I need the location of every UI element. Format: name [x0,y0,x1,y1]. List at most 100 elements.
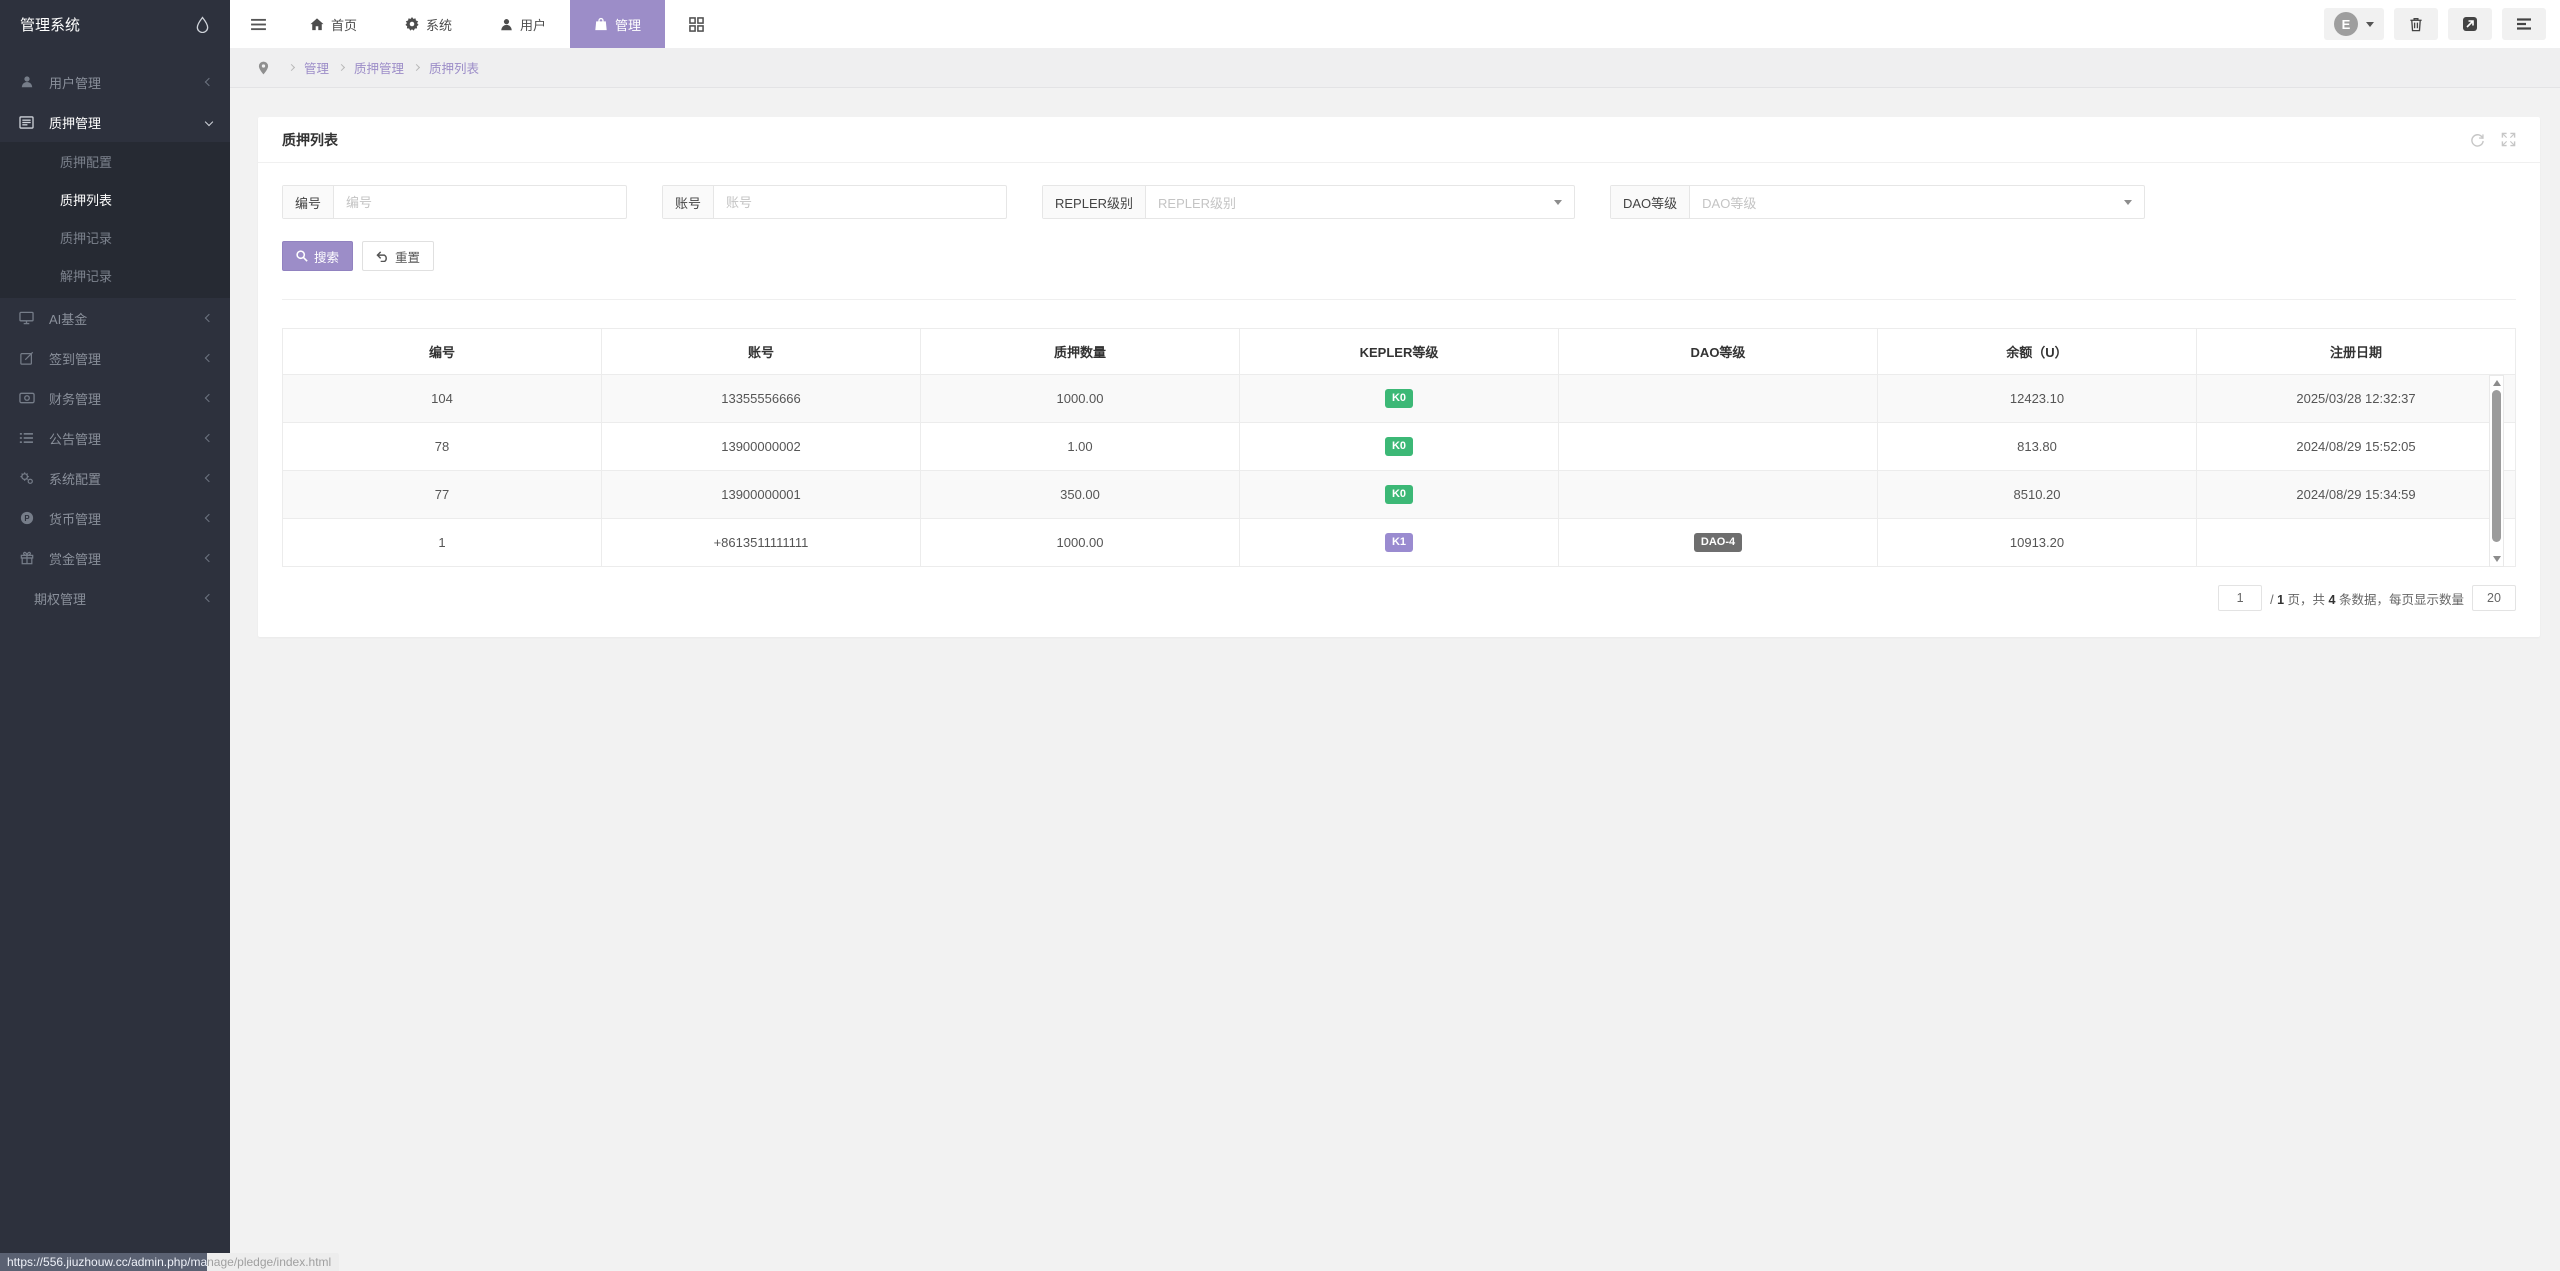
cell-id: 77 [283,471,602,519]
cell-kepler: K1 [1240,519,1559,567]
gears-icon [18,471,35,485]
col-kepler: KEPLER等级 [1240,329,1559,375]
fullscreen-icon[interactable] [2501,132,2516,147]
scrollbar-thumb[interactable] [2492,390,2501,542]
main-content: 质押列表 编号 账号 [230,89,2560,1271]
card-tools [2470,132,2516,147]
refresh-icon[interactable] [2470,132,2485,147]
cell-account: 13900000001 [602,471,921,519]
apps-grid-icon[interactable] [665,0,728,48]
breadcrumb-link-pledge-mgmt[interactable]: 质押管理 [354,58,404,77]
cell-balance: 8510.20 [1878,471,2197,519]
nav-tab-label: 用户 [520,15,546,34]
user-menu-button[interactable]: E [2324,8,2384,40]
sidebar-item-user-mgmt[interactable]: 用户管理 [0,62,230,102]
search-button[interactable]: 搜索 [282,241,353,271]
page-size-input[interactable] [2472,585,2516,611]
cell-date [2197,519,2516,567]
pledge-table: 编号 账号 质押数量 KEPLER等级 DAO等级 余额（U） 注册日期 104 [282,328,2516,567]
search-icon [296,250,308,262]
kepler-badge: K0 [1385,485,1413,504]
reset-button-label: 重置 [395,247,420,266]
chevron-down-icon [1554,200,1562,205]
external-link-icon [2462,16,2478,32]
sidebar-item-system-config[interactable]: 系统配置 [0,458,230,498]
breadcrumb-separator [413,64,420,71]
sidebar-item-ai-fund[interactable]: AI基金 [0,298,230,338]
id-input[interactable] [334,186,626,218]
chevron-left-icon [205,474,213,482]
nav-tab-label: 首页 [331,15,357,34]
pagination: / 1 页，共 4 条数据，每页显示数量 [282,585,2516,611]
svg-text:P: P [24,514,29,523]
table-scrollbar[interactable] [2489,375,2504,567]
pledge-submenu: 质押配置 质押列表 质押记录 解押记录 [0,142,230,298]
open-external-button[interactable] [2448,8,2492,40]
sidebar-subitem-pledge-list[interactable]: 质押列表 [0,182,230,220]
sidebar-item-label: 质押管理 [49,113,101,132]
sidebar-subitem-pledge-config[interactable]: 质押配置 [0,144,230,182]
bag-icon [594,17,608,31]
cell-balance: 12423.10 [1878,375,2197,423]
filter-dao-label: DAO等级 [1611,186,1690,218]
col-id: 编号 [283,329,602,375]
sidebar-item-finance-mgmt[interactable]: 财务管理 [0,378,230,418]
nav-tab-system[interactable]: 系统 [381,0,476,48]
cell-account: +8613511111111 [602,519,921,567]
cell-amount: 1000.00 [921,375,1240,423]
col-date: 注册日期 [2197,329,2516,375]
cell-kepler: K0 [1240,375,1559,423]
topbar: 首页 系统 用户 管理 E [230,0,2560,48]
sidebar-item-label: 公告管理 [49,429,101,448]
undo-icon [376,251,389,262]
pledge-list-card: 质押列表 编号 账号 [258,117,2540,637]
droplet-icon[interactable] [195,16,210,33]
cell-date: 2025/03/28 12:32:37 [2197,375,2516,423]
p-circle-icon: P [18,511,35,525]
nav-tab-user[interactable]: 用户 [476,0,570,48]
account-input[interactable] [714,186,1006,218]
cell-id: 104 [283,375,602,423]
sidebar-item-label: 系统配置 [49,469,101,488]
panel-list-button[interactable] [2502,8,2546,40]
status-url-tooltip: https://556.jiuzhouw.cc/admin.php/manage… [0,1252,339,1271]
filter-repler-label: REPLER级别 [1043,186,1146,218]
sidebar: 管理系统 用户管理 质押管理 质押配置 质押列表 质押记录 解押记录 [0,0,230,1271]
sidebar-menu: 用户管理 质押管理 质押配置 质押列表 质押记录 解押记录 AI基金 [0,48,230,618]
cell-account: 13900000002 [602,423,921,471]
breadcrumb-link-manage[interactable]: 管理 [304,58,329,77]
scroll-up-arrow[interactable] [2493,380,2501,386]
cell-amount: 1.00 [921,423,1240,471]
breadcrumb-separator [288,64,295,71]
sidebar-item-bounty-mgmt[interactable]: 赏金管理 [0,538,230,578]
sidebar-item-option-mgmt[interactable]: 期权管理 [0,578,230,618]
avatar: E [2334,12,2358,36]
total-count: 4 [2329,593,2336,607]
sidebar-item-signin-mgmt[interactable]: 签到管理 [0,338,230,378]
repler-select-placeholder: REPLER级别 [1158,193,1236,212]
reset-button[interactable]: 重置 [362,241,434,271]
cell-date: 2024/08/29 15:52:05 [2197,423,2516,471]
cell-kepler: K0 [1240,471,1559,519]
nav-tab-home[interactable]: 首页 [286,0,381,48]
filter-id-label: 编号 [283,186,334,218]
sidebar-item-pledge-mgmt[interactable]: 质押管理 [0,102,230,142]
table-row: 77 13900000001 350.00 K0 8510.20 2024/08… [283,471,2516,519]
sidebar-item-currency-mgmt[interactable]: P 货币管理 [0,498,230,538]
sidebar-subitem-pledge-records[interactable]: 质押记录 [0,220,230,258]
chevron-left-icon [205,354,213,362]
status-url-light-part: nage/pledge/index.html [207,1253,339,1271]
chevron-left-icon [205,394,213,402]
repler-select[interactable]: REPLER级别 [1146,186,1574,218]
cell-dao [1559,423,1878,471]
list-icon [18,432,35,444]
dao-select[interactable]: DAO等级 [1690,186,2144,218]
trash-button[interactable] [2394,8,2438,40]
scroll-down-arrow[interactable] [2493,556,2501,562]
cell-dao: DAO-4 [1559,519,1878,567]
sidebar-item-announcement-mgmt[interactable]: 公告管理 [0,418,230,458]
hamburger-icon[interactable] [230,0,286,48]
page-input[interactable] [2218,585,2262,611]
nav-tab-manage[interactable]: 管理 [570,0,665,48]
sidebar-subitem-unpledge-records[interactable]: 解押记录 [0,258,230,296]
